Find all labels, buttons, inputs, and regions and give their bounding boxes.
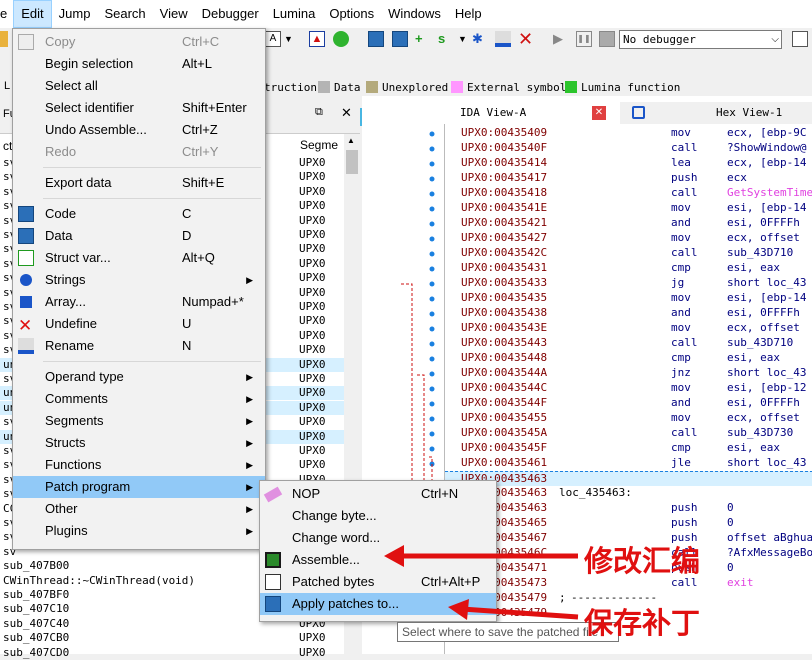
annotation-assemble: 修改汇编 <box>584 544 701 578</box>
arrow-head <box>384 545 404 567</box>
arrow-head <box>448 599 469 620</box>
arrow-to-apply-patches <box>461 606 579 620</box>
annotation-apply: 保存补丁 <box>584 606 701 640</box>
